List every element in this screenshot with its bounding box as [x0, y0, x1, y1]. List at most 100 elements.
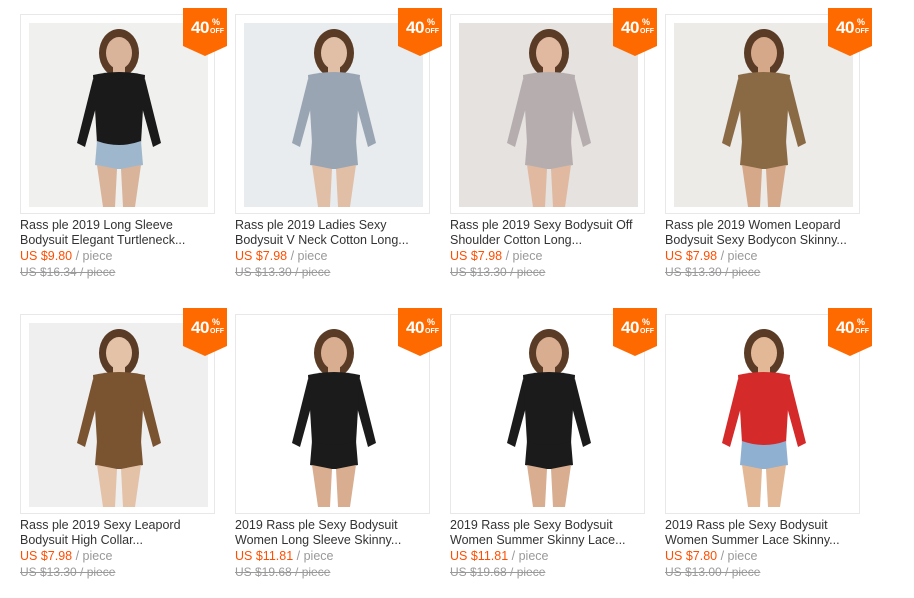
product-image[interactable]	[20, 14, 215, 214]
figure-torso	[93, 72, 145, 147]
price-unit: / piece	[75, 549, 113, 563]
product-photo	[29, 323, 208, 507]
product-title[interactable]: Rass ple 2019 Women Leopard Bodysuit Sex…	[665, 218, 865, 248]
figure-head	[321, 337, 347, 369]
figure-torso	[523, 372, 575, 447]
product-title[interactable]: Rass ple 2019 Sexy Bodysuit Off Shoulder…	[450, 218, 650, 248]
original-price: US $13.30 / piece	[665, 265, 761, 279]
product-photo	[459, 323, 638, 507]
figure-head	[751, 37, 777, 69]
product-title[interactable]: 2019 Rass ple Sexy Bodysuit Women Summer…	[665, 518, 865, 548]
current-price: US $7.80	[665, 549, 718, 563]
product-title-line1: Rass ple 2019 Ladies Sexy	[235, 218, 387, 232]
product-title-line1: Rass ple 2019 Sexy Bodysuit Off	[450, 218, 633, 232]
figure-bottoms	[740, 141, 788, 169]
figure-torso	[308, 372, 360, 447]
current-price: US $7.98	[450, 249, 503, 263]
price-row: US $9.80 / piece	[20, 249, 112, 263]
product-title-line2: Women Summer Skinny Lace...	[450, 533, 626, 547]
figure-bottoms	[740, 441, 788, 469]
price-unit: / piece	[511, 549, 549, 563]
original-price: US $19.68 / piece	[235, 565, 331, 579]
price-unit: / piece	[505, 249, 543, 263]
product-title-line1: 2019 Rass ple Sexy Bodysuit	[665, 518, 828, 532]
product-photo	[29, 23, 208, 207]
product-card[interactable]: 40 % OFF Rass ple 2019 Sexy Leapord Body…	[20, 308, 227, 598]
product-title-line2: Bodysuit Elegant Turtleneck...	[20, 233, 186, 247]
product-image[interactable]	[665, 314, 860, 514]
figure-torso	[738, 372, 790, 447]
product-card[interactable]: 40 % OFF Rass ple 2019 Long Sleeve Bodys…	[20, 8, 227, 304]
current-price: US $7.98	[20, 549, 73, 563]
product-card[interactable]: 40 % OFF Rass ple 2019 Ladies Sexy Bodys…	[235, 8, 442, 304]
original-price: US $19.68 / piece	[450, 565, 546, 579]
current-price: US $11.81	[450, 549, 509, 563]
product-title[interactable]: 2019 Rass ple Sexy Bodysuit Women Long S…	[235, 518, 435, 548]
product-grid: 40 % OFF Rass ple 2019 Long Sleeve Bodys…	[0, 0, 914, 598]
product-title[interactable]: Rass ple 2019 Long Sleeve Bodysuit Elega…	[20, 218, 220, 248]
original-price: US $16.34 / piece	[20, 265, 116, 279]
original-price: US $13.30 / piece	[450, 265, 546, 279]
figure-bottoms	[95, 441, 143, 469]
product-title-line2: Bodysuit V Neck Cotton Long...	[235, 233, 409, 247]
figure-head	[751, 337, 777, 369]
price-row: US $7.98 / piece	[20, 549, 112, 563]
product-photo	[244, 323, 423, 507]
product-card[interactable]: 40 % OFF 2019 Rass ple Sexy Bodysuit Wom…	[665, 308, 872, 598]
product-title-line2: Bodysuit High Collar...	[20, 533, 143, 547]
original-price: US $13.30 / piece	[235, 265, 331, 279]
product-image[interactable]	[665, 14, 860, 214]
price-row: US $11.81 / piece	[450, 549, 548, 563]
product-card[interactable]: 40 % OFF Rass ple 2019 Women Leopard Bod…	[665, 8, 872, 304]
figure-torso	[93, 372, 145, 447]
product-title-line1: 2019 Rass ple Sexy Bodysuit	[235, 518, 398, 532]
product-image[interactable]	[450, 14, 645, 214]
product-title[interactable]: 2019 Rass ple Sexy Bodysuit Women Summer…	[450, 518, 650, 548]
product-image[interactable]	[20, 314, 215, 514]
product-title-line1: 2019 Rass ple Sexy Bodysuit	[450, 518, 613, 532]
current-price: US $9.80	[20, 249, 73, 263]
product-card[interactable]: 40 % OFF 2019 Rass ple Sexy Bodysuit Wom…	[235, 308, 442, 598]
product-title-line2: Women Summer Lace Skinny...	[665, 533, 840, 547]
figure-bottoms	[95, 141, 143, 169]
current-price: US $11.81	[235, 549, 294, 563]
product-title-line2: Women Long Sleeve Skinny...	[235, 533, 402, 547]
price-unit: / piece	[720, 549, 758, 563]
figure-bottoms	[310, 141, 358, 169]
price-row: US $7.98 / piece	[235, 249, 327, 263]
figure-head	[536, 37, 562, 69]
price-row: US $7.98 / piece	[665, 249, 757, 263]
product-card[interactable]: 40 % OFF 2019 Rass ple Sexy Bodysuit Wom…	[450, 308, 657, 598]
price-unit: / piece	[720, 249, 758, 263]
product-title[interactable]: Rass ple 2019 Ladies Sexy Bodysuit V Nec…	[235, 218, 435, 248]
figure-bottoms	[310, 441, 358, 469]
product-photo	[459, 23, 638, 207]
product-card[interactable]: 40 % OFF Rass ple 2019 Sexy Bodysuit Off…	[450, 8, 657, 304]
current-price: US $7.98	[665, 249, 718, 263]
current-price: US $7.98	[235, 249, 288, 263]
product-title[interactable]: Rass ple 2019 Sexy Leapord Bodysuit High…	[20, 518, 220, 548]
figure-torso	[308, 72, 360, 147]
product-photo	[674, 323, 853, 507]
original-price: US $13.00 / piece	[665, 565, 761, 579]
price-row: US $11.81 / piece	[235, 549, 333, 563]
product-title-line2: Bodysuit Sexy Bodycon Skinny...	[665, 233, 847, 247]
original-price: US $13.30 / piece	[20, 565, 116, 579]
figure-bottoms	[525, 141, 573, 169]
product-image[interactable]	[235, 314, 430, 514]
product-title-line1: Rass ple 2019 Sexy Leapord	[20, 518, 181, 532]
price-unit: / piece	[290, 249, 328, 263]
figure-head	[106, 37, 132, 69]
figure-head	[321, 37, 347, 69]
price-row: US $7.80 / piece	[665, 549, 757, 563]
product-image[interactable]	[235, 14, 430, 214]
figure-torso	[523, 72, 575, 147]
product-title-line1: Rass ple 2019 Long Sleeve	[20, 218, 173, 232]
figure-torso	[738, 72, 790, 147]
price-row: US $7.98 / piece	[450, 249, 542, 263]
figure-head	[106, 337, 132, 369]
price-unit: / piece	[296, 549, 334, 563]
product-image[interactable]	[450, 314, 645, 514]
figure-head	[536, 337, 562, 369]
product-photo	[674, 23, 853, 207]
